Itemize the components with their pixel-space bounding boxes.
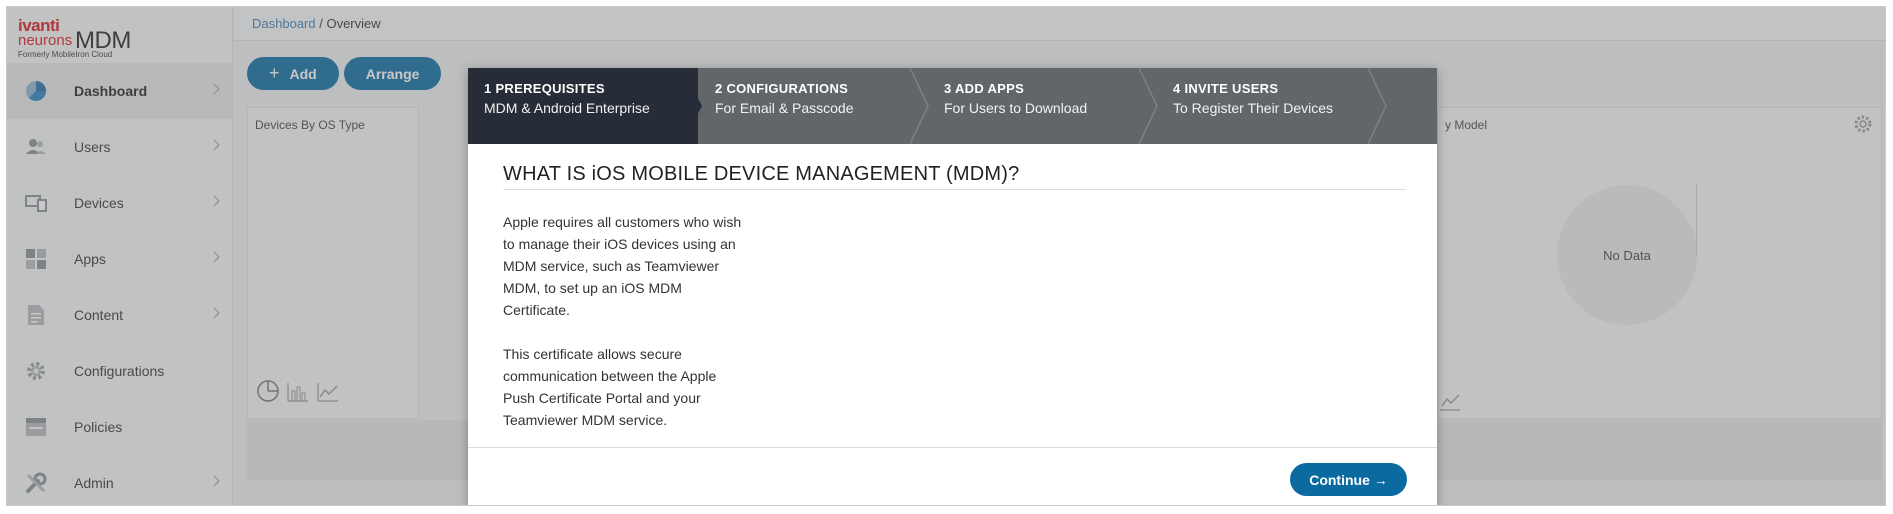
wizard-paragraph: Apple requires all customers who wish to…: [503, 214, 742, 318]
continue-button[interactable]: Continue →: [1290, 463, 1407, 496]
step-title: 3 ADD APPS: [944, 81, 1025, 96]
step-subtitle: To Register Their Devices: [1173, 100, 1334, 116]
step-title: 2 CONFIGURATIONS: [715, 81, 849, 96]
wizard-paragraph: This certificate allows secure communica…: [503, 346, 717, 428]
app-window: ivanti neurons MDM Formerly MobileIron C…: [6, 6, 1886, 506]
wizard-step-add-apps[interactable]: 3 ADD APPS For Users to Download: [928, 68, 1158, 144]
wizard-body: WHAT IS iOS MOBILE DEVICE MANAGEMENT (MD…: [503, 163, 1406, 431]
wizard-steps: 1 PREREQUISITES MDM & Android Enterprise…: [468, 68, 1437, 144]
step-title: 4 INVITE USERS: [1173, 81, 1279, 96]
step-subtitle: For Email & Passcode: [715, 100, 854, 116]
wizard-step-prerequisites[interactable]: 1 PREREQUISITES MDM & Android Enterprise: [468, 68, 698, 144]
step-divider: [1139, 68, 1158, 144]
wizard-step-configurations[interactable]: 2 CONFIGURATIONS For Email & Passcode: [699, 68, 929, 144]
step-subtitle: MDM & Android Enterprise: [484, 100, 650, 116]
wizard-heading: WHAT IS iOS MOBILE DEVICE MANAGEMENT (MD…: [503, 163, 1406, 190]
wizard-step-invite-users[interactable]: 4 INVITE USERS To Register Their Devices: [1157, 68, 1387, 144]
step-divider: [910, 68, 929, 144]
wizard-footer: Continue →: [468, 447, 1437, 505]
setup-wizard-modal: 1 PREREQUISITES MDM & Android Enterprise…: [468, 68, 1437, 505]
step-title: 1 PREREQUISITES: [484, 81, 605, 96]
step-subtitle: For Users to Download: [944, 100, 1088, 116]
step-divider: [1368, 68, 1387, 144]
